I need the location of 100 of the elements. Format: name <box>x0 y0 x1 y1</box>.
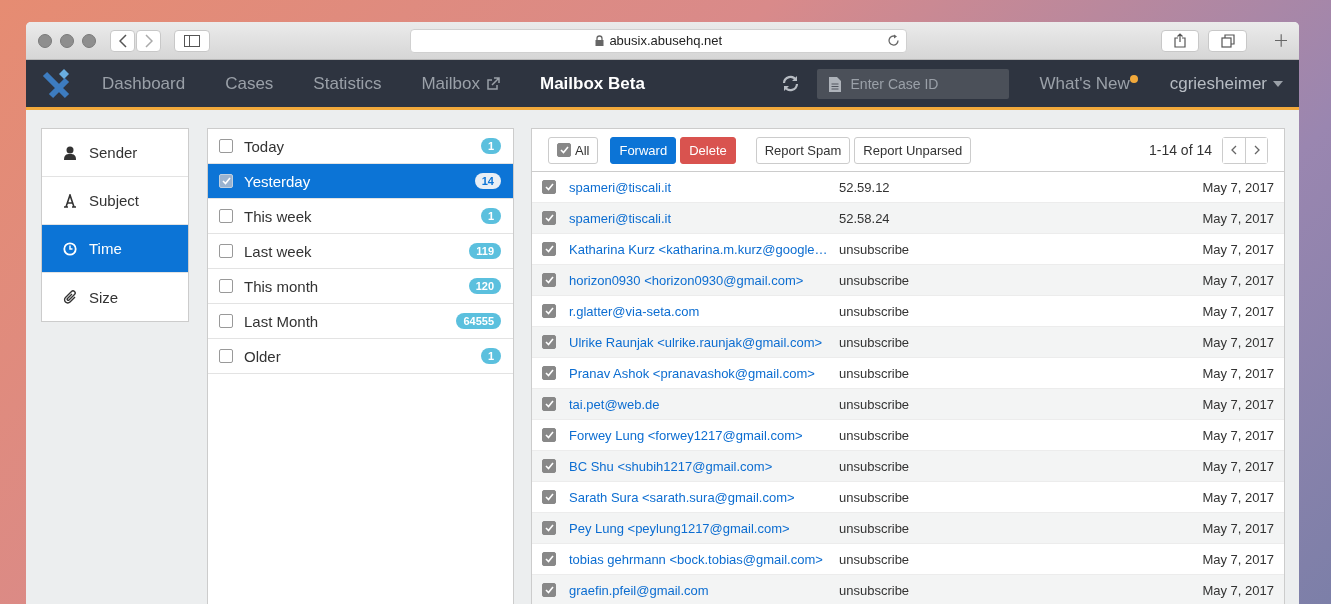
period-item[interactable]: Last week 119 <box>208 234 513 269</box>
checkbox[interactable] <box>219 314 233 328</box>
sender-link[interactable]: Ulrike Raunjak <ulrike.raunjak@gmail.com> <box>569 334 839 350</box>
checkbox[interactable] <box>219 244 233 258</box>
date-text: May 7, 2017 <box>1202 582 1274 598</box>
chevron-right-icon <box>144 33 153 48</box>
report-unparsed-button[interactable]: Report Unparsed <box>854 136 972 164</box>
case-id-field[interactable]: Enter Case ID <box>816 68 1009 99</box>
new-tab-icon[interactable] <box>1274 34 1287 47</box>
pagination-text: 1-14 of 14 <box>1148 142 1212 158</box>
count-badge: 119 <box>469 243 501 259</box>
chevron-right-icon <box>1253 145 1260 155</box>
checkbox[interactable] <box>542 583 556 597</box>
checkbox[interactable] <box>542 211 556 225</box>
select-all-button[interactable]: All <box>548 136 599 164</box>
checkbox[interactable] <box>219 349 233 363</box>
checkbox[interactable] <box>542 273 556 287</box>
sender-link[interactable]: horizon0930 <horizon0930@gmail.com> <box>569 272 839 288</box>
sender-link[interactable]: tai.pet@web.de <box>569 396 839 412</box>
message-row[interactable]: BC Shu <shubih1217@gmail.com> unsubscribe May 7, 2017 <box>532 451 1284 482</box>
sender-link[interactable]: BC Shu <shubih1217@gmail.com> <box>569 458 839 474</box>
user-menu[interactable]: cgriesheimer <box>1169 73 1283 94</box>
period-item[interactable]: Yesterday 14 <box>208 164 513 199</box>
address-bar[interactable]: abusix.abusehq.net <box>410 28 908 53</box>
lock-icon <box>595 35 605 46</box>
checkbox[interactable] <box>542 490 556 504</box>
message-row[interactable]: tai.pet@web.de unsubscribe May 7, 2017 <box>532 389 1284 420</box>
checkbox[interactable] <box>542 180 556 194</box>
sender-link[interactable]: r.glatter@via-seta.com <box>569 303 839 319</box>
back-button[interactable] <box>110 29 135 52</box>
checkbox[interactable] <box>542 335 556 349</box>
filter-item[interactable]: Sender <box>42 129 188 177</box>
checkbox[interactable] <box>219 279 233 293</box>
date-text: May 7, 2017 <box>1202 334 1274 350</box>
sidebar-button[interactable] <box>174 29 211 52</box>
check-icon <box>544 369 554 377</box>
nav-link[interactable]: Cases <box>225 73 274 94</box>
subject-text: unsubscribe <box>839 334 910 350</box>
tabs-icon <box>1220 33 1235 48</box>
nav-link[interactable]: Dashboard <box>102 73 186 94</box>
checkbox[interactable] <box>219 209 233 223</box>
check-icon <box>221 177 231 185</box>
sender-link[interactable]: tobias gehrmann <bock.tobias@gmail.com> <box>569 551 839 567</box>
filter-item[interactable]: Time <box>42 225 188 273</box>
checkbox[interactable] <box>542 366 556 380</box>
checkbox[interactable] <box>219 174 233 188</box>
sender-link[interactable]: Forwey Lung <forwey1217@gmail.com> <box>569 427 839 443</box>
sender-link[interactable]: Katharina Kurz <katharina.m.kurz@google… <box>569 241 839 257</box>
checkbox[interactable] <box>542 552 556 566</box>
count-badge: 14 <box>474 173 501 189</box>
message-row[interactable]: spameri@tiscali.it 52.58.24 May 7, 2017 <box>532 203 1284 234</box>
nav-link[interactable]: Mailbox <box>421 73 500 94</box>
report-spam-button[interactable]: Report Spam <box>755 136 851 164</box>
period-item[interactable]: Older 1 <box>208 339 513 374</box>
sender-link[interactable]: Pranav Ashok <pranavashok@gmail.com> <box>569 365 839 381</box>
checkbox[interactable] <box>542 521 556 535</box>
period-item[interactable]: Last Month 64555 <box>208 304 513 339</box>
forward-button[interactable]: Forward <box>610 136 677 164</box>
message-row[interactable]: horizon0930 <horizon0930@gmail.com> unsubscribe May 7, 2017 <box>532 265 1284 296</box>
checkbox[interactable] <box>542 304 556 318</box>
sender-link[interactable]: Sarath Sura <sarath.sura@gmail.com> <box>569 489 839 505</box>
date-text: May 7, 2017 <box>1202 520 1274 536</box>
period-label: Yesterday <box>244 172 312 190</box>
sender-link[interactable]: spameri@tiscali.it <box>569 210 839 226</box>
refresh-icon[interactable] <box>781 75 799 92</box>
zoom-button[interactable] <box>82 33 96 48</box>
period-label: Last Month <box>244 312 320 330</box>
sender-link[interactable]: spameri@tiscali.it <box>569 179 839 195</box>
minimize-button[interactable] <box>60 33 74 48</box>
chevron-left-icon <box>118 33 127 48</box>
date-text: May 7, 2017 <box>1202 210 1274 226</box>
tabs-button[interactable] <box>1208 29 1247 52</box>
next-page-button[interactable] <box>1245 137 1267 163</box>
close-button[interactable] <box>38 33 52 48</box>
period-item[interactable]: This week 1 <box>208 199 513 234</box>
checkbox[interactable] <box>219 139 233 153</box>
forward-button[interactable] <box>136 29 161 52</box>
checkbox[interactable] <box>557 143 571 157</box>
nav-link[interactable]: Statistics <box>313 73 382 94</box>
share-button[interactable] <box>1161 29 1200 52</box>
sender-link[interactable]: Pey Lung <peylung1217@gmail.com> <box>569 520 839 536</box>
delete-button[interactable]: Delete <box>680 136 736 164</box>
logo-icon <box>42 67 72 100</box>
filter-item[interactable]: Size <box>42 273 188 321</box>
checkbox[interactable] <box>542 242 556 256</box>
message-row[interactable]: Pey Lung <peylung1217@gmail.com> unsubscribe May 7, 2017 <box>532 513 1284 544</box>
checkbox[interactable] <box>542 428 556 442</box>
reload-icon[interactable] <box>887 34 901 47</box>
checkbox[interactable] <box>542 459 556 473</box>
chevron-left-icon <box>1231 145 1237 155</box>
subject-text: unsubscribe <box>839 582 910 598</box>
message-row[interactable]: graefin.pfeil@gmail.com unsubscribe May 7, 2017 <box>532 575 1284 604</box>
sender-link[interactable]: graefin.pfeil@gmail.com <box>569 582 839 598</box>
count-badge: 64555 <box>456 313 501 329</box>
nav-link[interactable]: Mailbox Beta <box>540 73 645 94</box>
message-row[interactable]: Ulrike Raunjak <ulrike.raunjak@gmail.com> unsubscribe May 7, 2017 <box>532 327 1284 358</box>
whats-new-link[interactable]: What's New <box>1039 73 1138 94</box>
checkbox[interactable] <box>542 397 556 411</box>
count-badge: 1 <box>480 348 501 364</box>
period-item[interactable]: This month 120 <box>208 269 513 304</box>
